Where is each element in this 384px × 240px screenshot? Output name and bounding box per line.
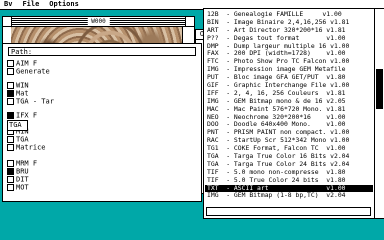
menu-file[interactable]: File [22, 0, 39, 9]
list-item[interactable]: DOO - Doodle 640x400 Mono. v1.00 [205, 121, 373, 129]
path-label: Path: [11, 48, 33, 56]
list-item[interactable]: TGA - Targa True Color 24 Bits v2.04 [205, 161, 373, 169]
option-7[interactable]: TGA [7, 136, 29, 144]
option-label: BRU [16, 167, 29, 176]
list-item[interactable]: TXT - ASCII art v1.00 [205, 184, 373, 193]
list-item[interactable]: 12B - Genealogie FAMILLE v1.00 [205, 11, 373, 19]
option-10[interactable]: BRU [7, 168, 29, 176]
option-label: Generate [16, 67, 50, 76]
list-item[interactable]: P?? - Degas tout format v1.00 [205, 35, 373, 43]
option-label: TGA - Tar [16, 97, 54, 106]
checkbox-icon[interactable] [7, 90, 14, 97]
option-label: MOT [16, 183, 29, 192]
menu-options[interactable]: Options [49, 0, 79, 9]
option-4[interactable]: TGA - Tar [7, 98, 54, 106]
checkbox-icon[interactable] [7, 176, 14, 183]
checkbox-icon[interactable] [7, 136, 14, 143]
list-item[interactable]: PUT - Bloc image GFA GET/PUT v1.80 [205, 74, 373, 82]
option-8[interactable]: Matrice [7, 144, 46, 152]
list-item[interactable]: TGA - Targa True Color 16 Bits v2.04 [205, 153, 373, 161]
list-item[interactable]: IFF - 2, 4, 16, 256 Couleurs v1.81 [205, 90, 373, 98]
option-11[interactable]: DIT [7, 176, 29, 184]
format-list-window: 12B - Genealogie FAMILLE v1.00 BIN - Imag… [203, 8, 384, 219]
option-label: WIN [16, 81, 29, 90]
option-label: TGA [16, 135, 29, 144]
list-item[interactable]: DMP - Dump largeur multiple 16 v1.00 [205, 43, 373, 51]
option-label: Matrice [16, 143, 46, 152]
option-0[interactable]: AIM F [7, 60, 37, 68]
list-item[interactable]: IMG - Impression image GEM Metafile [205, 66, 373, 74]
list-item[interactable]: NEO - Neochrome 320*200*16 v1.00 [205, 114, 373, 122]
option-label: MRM F [16, 159, 38, 168]
list-item[interactable]: FTC - Photo Show Pro TC Falcon v1.00 [205, 58, 373, 66]
full-box-icon[interactable] [185, 17, 194, 26]
scrollbar-thumb[interactable] [376, 69, 383, 109]
checkbox-icon[interactable] [7, 160, 14, 167]
option-12[interactable]: MOT [7, 184, 29, 192]
option-label: Mat [16, 89, 29, 98]
list-item[interactable]: ART - Art Director 320*200*16 v1.81 [205, 27, 373, 35]
checkbox-icon[interactable] [7, 82, 14, 89]
list-scrollbar[interactable] [374, 9, 384, 218]
list-item[interactable]: BIN - Image Binaire 2,4,16,256 v1.81 [205, 19, 373, 27]
list-item[interactable]: GIF - Graphic Interchange File v1.00 [205, 82, 373, 90]
options-panel: Path: AIM F Generate WIN Mat TGA - Tar IFX F M… [2, 43, 202, 202]
list-item[interactable]: TIF - 5.0 mono non-compresse v1.80 [205, 169, 373, 177]
checkbox-icon[interactable] [7, 98, 14, 105]
list-input-field[interactable] [206, 207, 371, 216]
menu-bv[interactable]: Bv [4, 0, 12, 9]
list-item[interactable]: IMG - GEM Bitmap mono & de 16 v2.05 [205, 98, 373, 106]
option-label: DIT [16, 175, 29, 184]
option-3[interactable]: Mat [7, 90, 29, 98]
checkbox-icon[interactable] [7, 184, 14, 191]
option-2[interactable]: WIN [7, 82, 29, 90]
list-item[interactable]: PNT - PRISM PAINT non compact. v1.00 [205, 129, 373, 137]
image-window-titlebar[interactable]: W000 [3, 17, 194, 27]
image-window-title: W000 [87, 17, 110, 26]
checkbox-icon[interactable] [7, 60, 14, 67]
list-item[interactable]: TG1 - COKE Format, Falcon TC v1.00 [205, 145, 373, 153]
list-item[interactable]: IMG - GEM Bitmap (1-8 bp,TC) v2.04 [205, 192, 373, 200]
list-item[interactable]: RAC - StartUp Scr 512*342 Mono v1.00 [205, 137, 373, 145]
checkbox-icon[interactable] [7, 112, 14, 119]
list-item[interactable]: FAX - 200 DPI (width=1728) v1.00 [205, 50, 373, 58]
close-box-icon[interactable] [3, 17, 12, 26]
checkbox-icon[interactable] [7, 168, 14, 175]
option-label: AIM F [16, 59, 38, 68]
option-9[interactable]: MRM F [7, 160, 37, 168]
format-list[interactable]: 12B - Genealogie FAMILLE v1.00 BIN - Imag… [205, 11, 373, 200]
path-field[interactable]: Path: [8, 47, 196, 56]
tga-tab[interactable]: TGA [7, 120, 28, 131]
checkbox-icon[interactable] [7, 68, 14, 75]
option-5[interactable]: IFX F [7, 112, 37, 120]
option-label: IFX F [16, 111, 38, 120]
checkbox-icon[interactable] [7, 144, 14, 151]
list-item[interactable]: MAC - Mac Paint 576*720 Mono. v1.81 [205, 106, 373, 114]
option-1[interactable]: Generate [7, 68, 50, 76]
list-item[interactable]: TIF - 5.0 True Color 24 bits v1.80 [205, 177, 373, 185]
